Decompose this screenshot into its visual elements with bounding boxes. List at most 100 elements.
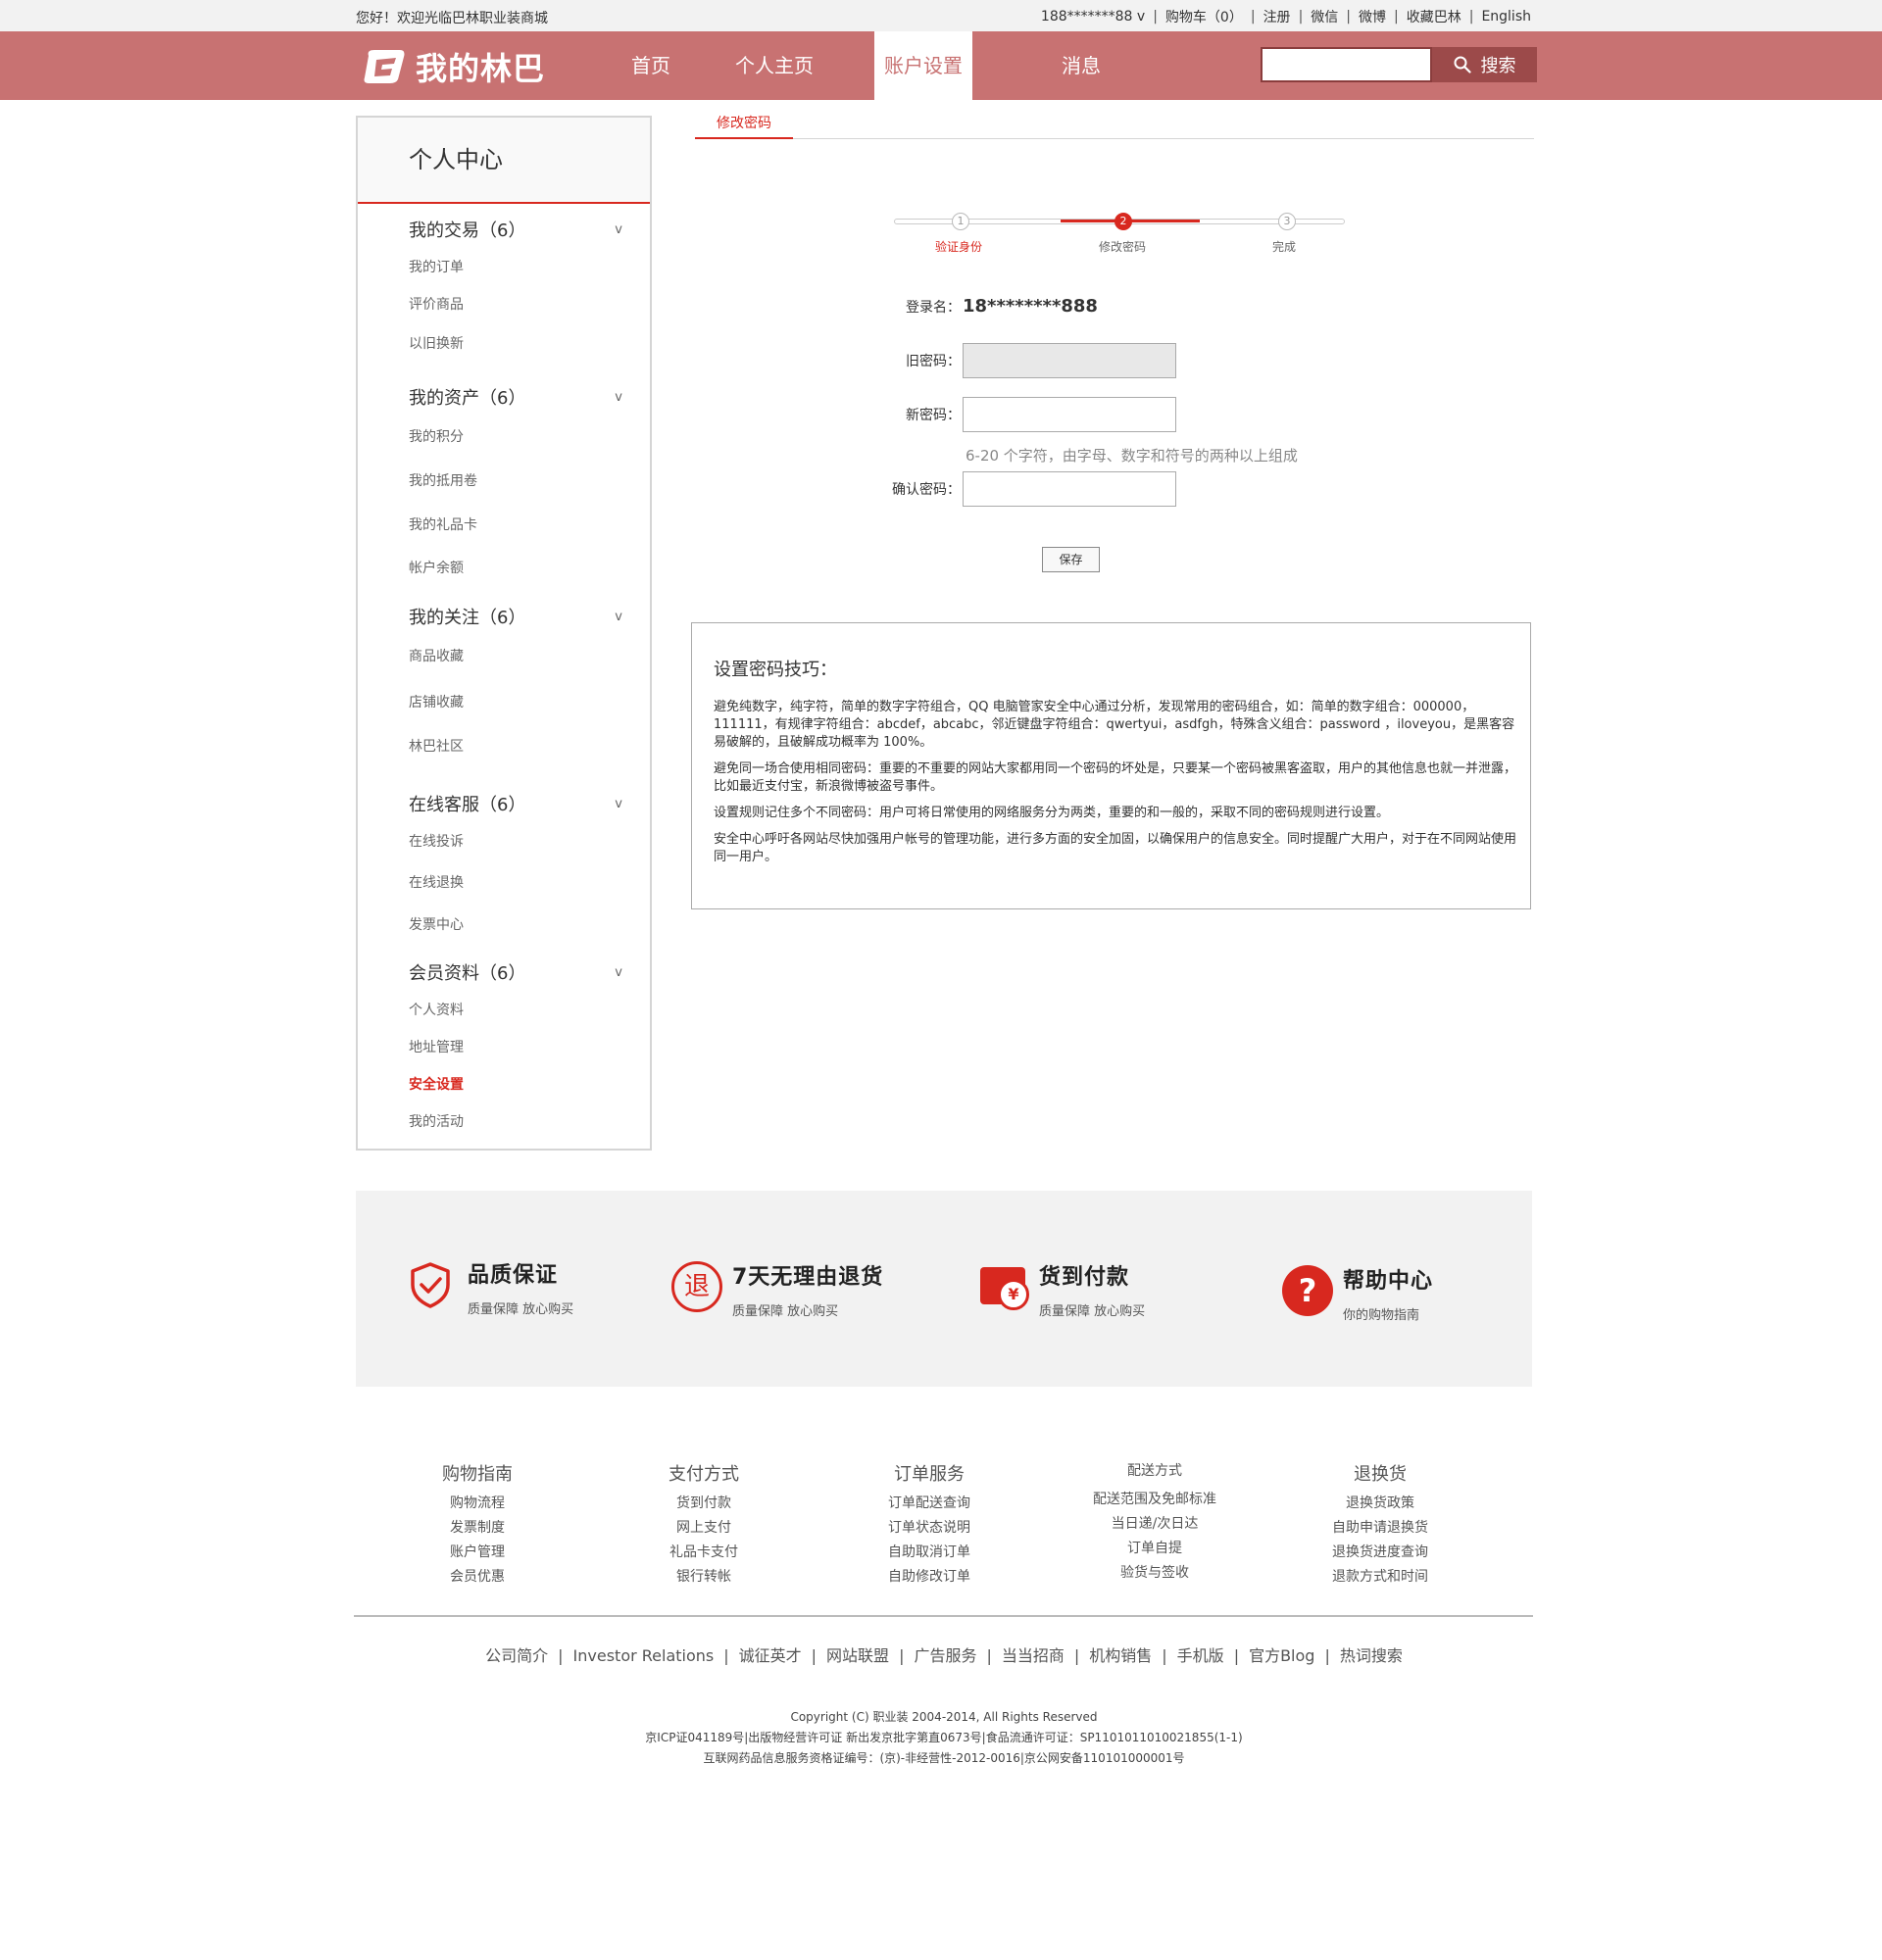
footer-link[interactable]: 会员优惠	[389, 1565, 566, 1590]
sidebar-item-complaint[interactable]: 在线投诉	[409, 831, 464, 851]
separator: |	[986, 1646, 992, 1665]
sidebar-group-title[interactable]: 会员资料（6） v	[409, 960, 624, 984]
separator: |	[1324, 1646, 1330, 1665]
footer-link[interactable]: 退款方式和时间	[1292, 1565, 1468, 1590]
sidebar-group-assets: 我的资产（6） v 我的积分 我的抵用卷 我的礼品卡 帐户余额	[409, 385, 624, 576]
nav-personal-home[interactable]: 个人主页	[705, 31, 844, 100]
footer-link[interactable]: 自助申请退换货	[1292, 1516, 1468, 1541]
sidebar-item-orders[interactable]: 我的订单	[409, 257, 464, 276]
sidebar-item-return[interactable]: 在线退换	[409, 872, 464, 892]
login-name-label: 登录名：	[906, 299, 961, 316]
footer-link[interactable]: 自助取消订单	[841, 1541, 1017, 1565]
footer-link[interactable]: 验货与签收	[1066, 1561, 1243, 1586]
sidebar-item-giftcards[interactable]: 我的礼品卡	[409, 514, 477, 534]
about-link[interactable]: 手机版	[1177, 1646, 1224, 1665]
weibo-link[interactable]: 微博	[1359, 7, 1386, 26]
sidebar-group-title[interactable]: 在线客服（6） v	[409, 792, 624, 815]
footer-link[interactable]: 购物流程	[389, 1492, 566, 1516]
footer-link[interactable]: 银行转帐	[616, 1565, 792, 1590]
shield-check-icon	[411, 1262, 450, 1308]
separator: |	[1468, 9, 1474, 24]
sidebar-item-balance[interactable]: 帐户余额	[409, 558, 464, 577]
footer-col-title[interactable]: 订单服务	[841, 1460, 1017, 1486]
about-link[interactable]: 官方Blog	[1249, 1646, 1314, 1665]
about-link[interactable]: 当当招商	[1002, 1646, 1065, 1665]
sidebar-item-activity[interactable]: 我的活动	[409, 1111, 464, 1131]
about-link[interactable]: Investor Relations	[573, 1646, 715, 1665]
sidebar-item-coupons[interactable]: 我的抵用卷	[409, 470, 477, 490]
sidebar-item-shop-fav[interactable]: 店铺收藏	[409, 692, 464, 711]
search-button[interactable]: 搜索	[1432, 47, 1537, 82]
top-links: 188*******88 v | 购物车（0） | 注册 | 微信 | 微博 |…	[1041, 7, 1531, 26]
save-button[interactable]: 保存	[1042, 547, 1100, 572]
footer-link[interactable]: 发票制度	[389, 1516, 566, 1541]
about-link[interactable]: 热词搜索	[1340, 1646, 1403, 1665]
confirm-password-label: 确认密码：	[892, 482, 961, 498]
sidebar-item-security[interactable]: 安全设置	[409, 1074, 464, 1094]
sidebar-item-community[interactable]: 林巴社区	[409, 736, 464, 756]
footer-link[interactable]: 订单配送查询	[841, 1492, 1017, 1516]
footer-link[interactable]: 货到付款	[616, 1492, 792, 1516]
sidebar-item-invoice[interactable]: 发票中心	[409, 914, 464, 934]
footer-col-shopping-guide: 购物指南 购物流程 发票制度 账户管理 会员优惠	[389, 1460, 566, 1590]
english-link[interactable]: English	[1481, 9, 1531, 24]
welcome-text: 您好！欢迎光临巴林职业装商城	[356, 11, 548, 26]
tab-change-password[interactable]: 修改密码	[695, 110, 793, 139]
tip-paragraph: 避免同一场合使用相同密码：重要的不重要的网站大家都用同一个密码的坏处是，只要某一…	[714, 761, 1517, 794]
tip-paragraph: 设置规则记住多个不同密码：用户可将日常使用的网络服务分为两类，重要的和一般的，采…	[714, 806, 1390, 820]
separator: |	[723, 1646, 729, 1665]
footer-link[interactable]: 礼品卡支付	[616, 1541, 792, 1565]
footer-link[interactable]: 自助修改订单	[841, 1565, 1017, 1590]
sidebar-item-points[interactable]: 我的积分	[409, 426, 464, 446]
sidebar-item-tradein[interactable]: 以旧换新	[409, 333, 464, 353]
search-input[interactable]	[1261, 47, 1432, 82]
about-link[interactable]: 广告服务	[914, 1646, 976, 1665]
separator: |	[1250, 9, 1256, 24]
about-link[interactable]: 机构销售	[1089, 1646, 1152, 1665]
footer-link[interactable]: 订单自提	[1066, 1537, 1243, 1561]
guarantee-cod: ¥ 货到付款 质量保障 放心购买	[978, 1259, 1145, 1319]
register-link[interactable]: 注册	[1263, 7, 1291, 26]
sidebar-item-product-fav[interactable]: 商品收藏	[409, 646, 464, 665]
sidebar-group-title[interactable]: 我的资产（6） v	[409, 385, 624, 409]
footer-link[interactable]: 账户管理	[389, 1541, 566, 1565]
favorite-link[interactable]: 收藏巴林	[1407, 7, 1461, 26]
sidebar-item-review[interactable]: 评价商品	[409, 294, 464, 314]
nav-home[interactable]: 首页	[598, 31, 704, 100]
old-password-row: 旧密码：	[877, 343, 1176, 378]
footer-col-title[interactable]: 配送方式	[1066, 1460, 1243, 1480]
confirm-password-row: 确认密码：	[877, 471, 1176, 507]
sidebar-item-address[interactable]: 地址管理	[409, 1037, 464, 1056]
sidebar-group-title[interactable]: 我的交易（6） v	[409, 218, 624, 241]
password-tips-box: 设置密码技巧： 避免纯数字，纯字符，简单的数字字符组合，QQ 电脑管家安全中心通…	[691, 622, 1531, 909]
sidebar-group-title[interactable]: 我的关注（6） v	[409, 605, 624, 628]
footer-link[interactable]: 网上支付	[616, 1516, 792, 1541]
guarantee-title: 货到付款	[1039, 1265, 1130, 1290]
guarantee-subtitle: 质量保障 放心购买	[468, 1302, 574, 1317]
about-link[interactable]: 诚征英才	[739, 1646, 802, 1665]
sidebar-item-profile[interactable]: 个人资料	[409, 1000, 464, 1019]
wallet-yuan-icon: ¥	[978, 1261, 1029, 1312]
separator: |	[1162, 1646, 1167, 1665]
about-link[interactable]: 网站联盟	[826, 1646, 889, 1665]
nav-messages[interactable]: 消息	[1012, 31, 1151, 100]
cart-link[interactable]: 购物车（0）	[1165, 7, 1243, 26]
footer-link[interactable]: 当日递/次日达	[1066, 1512, 1243, 1537]
guarantee-title: 7天无理由退货	[732, 1265, 884, 1290]
new-password-field[interactable]	[963, 397, 1176, 432]
footer-link[interactable]: 配送范围及免邮标准	[1066, 1488, 1243, 1512]
site-logo[interactable]: 我的林巴	[363, 47, 545, 87]
footer-link[interactable]: 退换货政策	[1292, 1492, 1468, 1516]
footer-col-title[interactable]: 购物指南	[389, 1460, 566, 1486]
confirm-password-field[interactable]	[963, 471, 1176, 507]
about-link[interactable]: 公司简介	[485, 1646, 548, 1665]
nav-account-settings[interactable]: 账户设置	[874, 31, 972, 100]
footer-col-title[interactable]: 退换货	[1292, 1460, 1468, 1486]
account-dropdown[interactable]: 188*******88 v	[1041, 9, 1145, 24]
footer-link[interactable]: 订单状态说明	[841, 1516, 1017, 1541]
footer-col-title[interactable]: 支付方式	[616, 1460, 792, 1486]
old-password-field[interactable]	[963, 343, 1176, 378]
sidebar: 个人中心 我的交易（6） v 我的订单 评价商品 以旧换新 我的资产（6） v 我的…	[356, 116, 652, 1151]
footer-link[interactable]: 退换货进度查询	[1292, 1541, 1468, 1565]
wechat-link[interactable]: 微信	[1311, 7, 1338, 26]
